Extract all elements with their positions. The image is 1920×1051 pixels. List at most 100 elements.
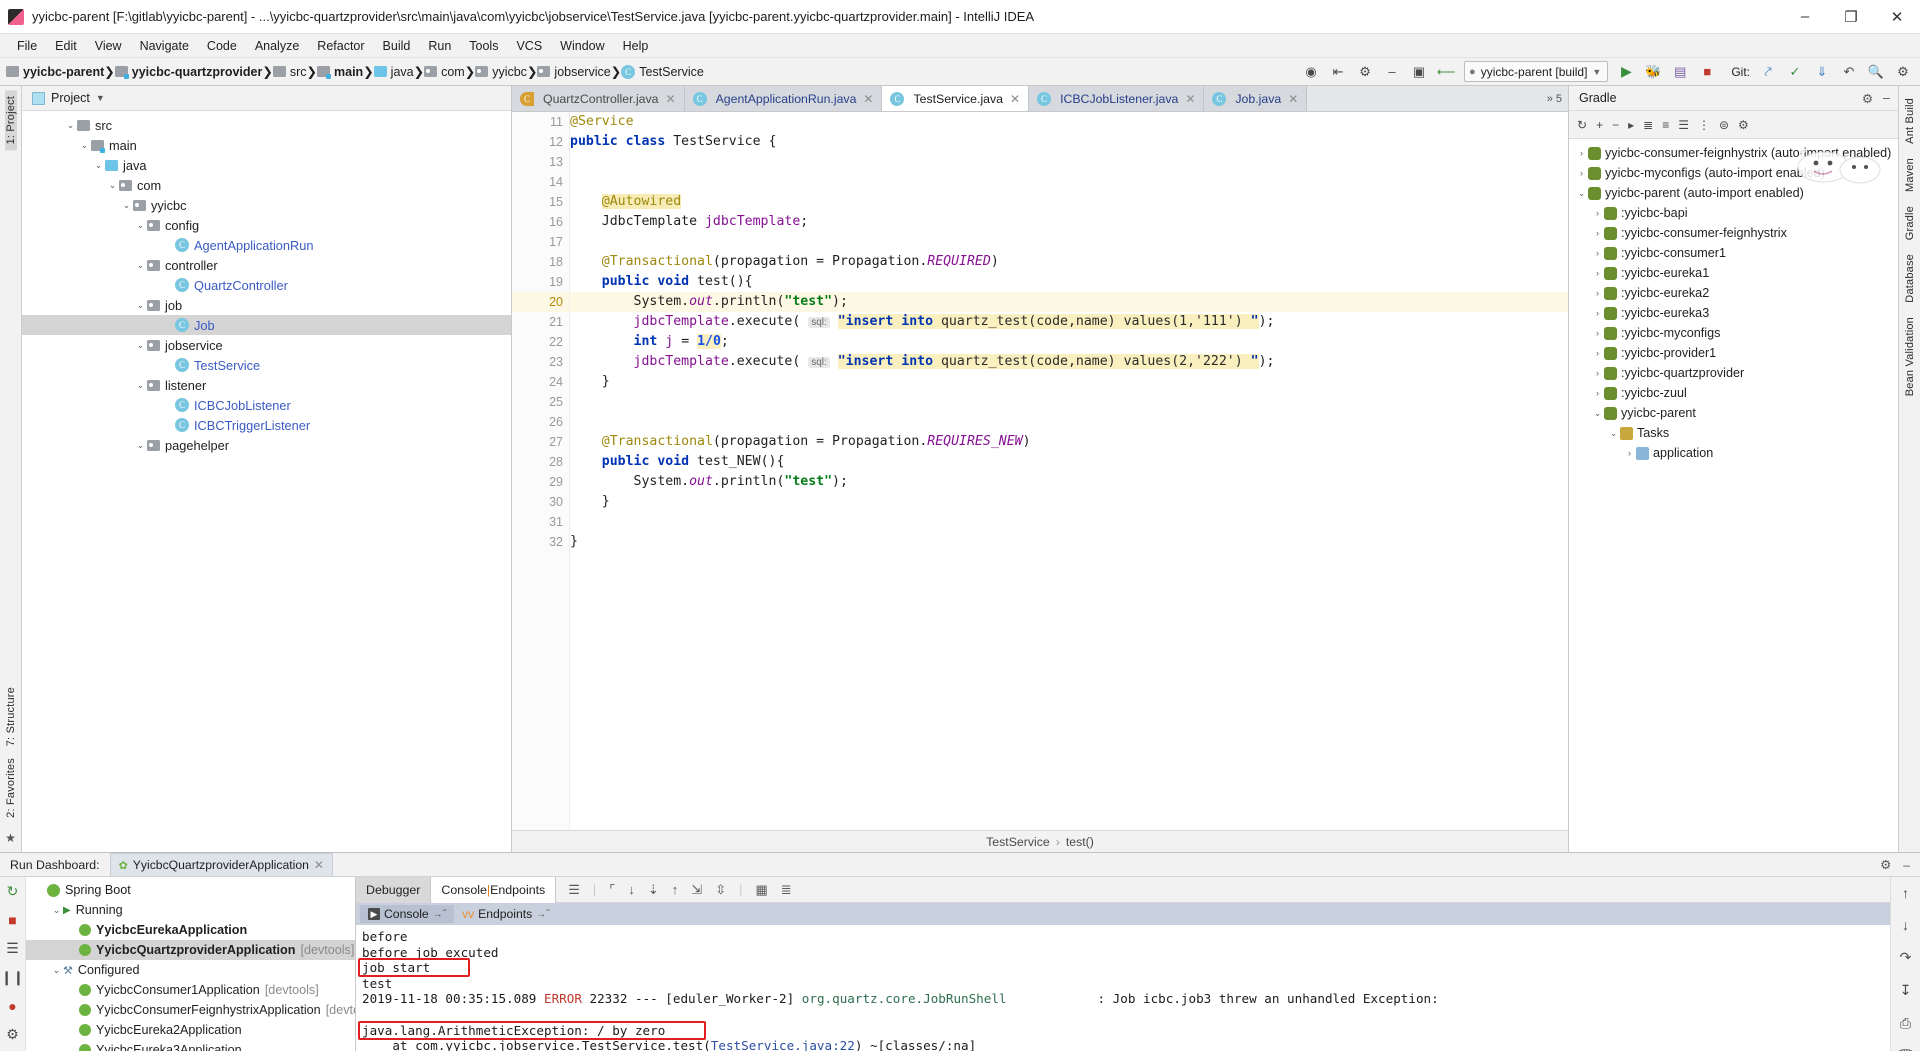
chevron-down-icon[interactable]: ⌄ xyxy=(64,120,77,131)
pause-icon[interactable]: ❙❙ xyxy=(1,969,24,986)
menu-item-tools[interactable]: Tools xyxy=(460,37,507,55)
close-icon[interactable]: ✕ xyxy=(863,92,873,106)
gradle-item--yyicbc-zuul[interactable]: ›:yyicbc-zuul xyxy=(1569,383,1898,403)
chevron-right-icon[interactable]: › xyxy=(1591,248,1604,258)
gradle-item--yyicbc-myconfigs[interactable]: ›:yyicbc-myconfigs xyxy=(1569,323,1898,343)
run-item-yyicbceurekaapplication[interactable]: YyicbcEurekaApplication xyxy=(26,920,355,940)
tool-window-bean-validation[interactable]: Bean Validation xyxy=(1904,311,1916,402)
tree-item-listener[interactable]: ⌄ listener xyxy=(22,375,511,395)
breadcrumb-item-jobservice[interactable]: jobservice xyxy=(537,65,611,79)
tab-overflow[interactable]: » 5 xyxy=(1541,86,1568,111)
run-to-cursor-icon[interactable]: ⇳ xyxy=(715,882,726,898)
expand-all-icon[interactable]: ≣ xyxy=(1643,118,1653,132)
tree-item-icbctriggerlistener[interactable]: C ICBCTriggerListener xyxy=(22,415,511,435)
run-item-yyicbceureka2application[interactable]: YyicbcEureka2Application xyxy=(26,1020,355,1040)
tool-window-structure[interactable]: 7: Structure xyxy=(5,681,17,752)
chevron-right-icon[interactable]: › xyxy=(1575,148,1588,158)
code-editor[interactable]: 11 12 13 14 15 16 17 18 19 20 21 22 23 24 25 26 27 28 29 30… xyxy=(512,112,1568,830)
scroll-down-icon[interactable]: ↓ xyxy=(1902,917,1909,933)
run-item-running[interactable]: ⌄ ▶ Running xyxy=(26,900,355,920)
chevron-right-icon[interactable]: › xyxy=(1591,328,1604,338)
chevron-right-icon[interactable]: › xyxy=(1591,208,1604,218)
editor-tab-icbcjoblistener[interactable]: C ICBCJobListener.java ✕ xyxy=(1029,86,1205,111)
gradle-item--yyicbc-eureka1[interactable]: ›:yyicbc-eureka1 xyxy=(1569,263,1898,283)
search-everywhere-icon[interactable]: ◉ xyxy=(1302,63,1320,81)
check-icon[interactable]: ✓ xyxy=(1786,63,1804,81)
tree-item-pagehelper[interactable]: ⌄ pagehelper xyxy=(22,435,511,455)
drop-frame-icon[interactable]: ⇲ xyxy=(691,882,702,898)
evaluate-icon[interactable]: ▦ xyxy=(755,882,767,898)
run-dashboard-tab[interactable]: ✿ YyicbcQuartzproviderApplication ✕ xyxy=(109,853,334,876)
step-over-icon[interactable]: ⌜ xyxy=(609,882,615,898)
gradle-settings-icon[interactable]: ⚙ xyxy=(1738,118,1749,132)
gradle-tree[interactable]: › yyicbc-consumer-feignhystrix (auto-impo… xyxy=(1569,139,1898,852)
code-text[interactable]: @Service public class TestService { @Auto… xyxy=(570,112,1568,830)
close-icon[interactable]: ✕ xyxy=(666,92,676,106)
gradle-item--yyicbc-bapi[interactable]: ›:yyicbc-bapi xyxy=(1569,203,1898,223)
close-icon[interactable]: ✕ xyxy=(314,858,324,872)
hammer-icon[interactable]: ⟵ xyxy=(1437,63,1456,81)
editor-tab-agentapplicationrun[interactable]: C AgentApplicationRun.java ✕ xyxy=(684,86,883,111)
menu-item-view[interactable]: View xyxy=(86,37,131,55)
editor-tab-quartzcontroller[interactable]: C QuartzController.java ✕ xyxy=(512,86,685,111)
chevron-down-icon[interactable]: ⌄ xyxy=(134,440,147,451)
undo-icon[interactable]: ↶ xyxy=(1840,63,1858,81)
coverage-icon[interactable]: ▤ xyxy=(1671,63,1689,81)
chevron-down-icon[interactable]: ⌄ xyxy=(134,260,147,271)
run-icon[interactable]: ▶ xyxy=(1617,63,1635,81)
stop-icon[interactable]: ■ xyxy=(8,912,16,928)
chevron-right-icon[interactable]: › xyxy=(1591,368,1604,378)
menu-item-window[interactable]: Window xyxy=(551,37,613,55)
run-dashboard-tree[interactable]: Spring Boot ⌄ ▶ Running YyicbcEurekaApplicat… xyxy=(26,877,356,1051)
gradle-item--yyicbc-eureka2[interactable]: ›:yyicbc-eureka2 xyxy=(1569,283,1898,303)
tool-window-database[interactable]: Database xyxy=(1904,248,1916,309)
sub-tab-endpoints[interactable]: ᴠᴠ Endpoints →˝ xyxy=(454,905,558,923)
gradle-item-application[interactable]: › application xyxy=(1569,443,1898,463)
detach-icon[interactable]: →˝ xyxy=(536,909,549,920)
chevron-down-icon[interactable]: ⌄ xyxy=(106,180,119,191)
run-item-configured[interactable]: ⌄ ⚒ Configured xyxy=(26,960,355,980)
close-button[interactable]: ✕ xyxy=(1874,0,1920,34)
menu-item-help[interactable]: Help xyxy=(614,37,658,55)
chevron-right-icon[interactable]: › xyxy=(1575,168,1588,178)
tool-window-favorites[interactable]: 2: Favorites xyxy=(5,752,17,824)
chevron-down-icon[interactable]: ⌄ xyxy=(1607,428,1620,439)
chevron-down-icon[interactable]: ▼ xyxy=(96,93,105,103)
chevron-down-icon[interactable]: ⌄ xyxy=(1591,408,1604,419)
project-tree[interactable]: ⌄ src ⌄ main ⌄ java ⌄ com ⌄ yyicbc ⌄ config C AgentAp… xyxy=(22,111,511,852)
close-icon[interactable]: ✕ xyxy=(1010,92,1020,106)
gradle-item--yyicbc-consumer-feignhystrix[interactable]: ›:yyicbc-consumer-feignhystrix xyxy=(1569,223,1898,243)
step-out-icon[interactable]: ↑ xyxy=(672,882,679,897)
menu-item-refactor[interactable]: Refactor xyxy=(308,37,373,55)
gradle-item--yyicbc-quartzprovider[interactable]: ›:yyicbc-quartzprovider xyxy=(1569,363,1898,383)
settings-icon[interactable]: ≣ xyxy=(781,882,792,898)
console-output[interactable]: before before job excuted job start test 201… xyxy=(356,925,1890,1051)
run-item-yyicbcconsumer1application[interactable]: YyicbcConsumer1Application [devtools] xyxy=(26,980,355,1000)
run-configuration-selector[interactable]: ● yyicbc-parent [build] ▼ xyxy=(1464,61,1609,82)
step-into-icon[interactable]: ↓ xyxy=(628,882,635,897)
tree-item-controller[interactable]: ⌄ controller xyxy=(22,255,511,275)
run-item-spring-boot[interactable]: Spring Boot xyxy=(26,880,355,900)
tree-item-yyicbc[interactable]: ⌄ yyicbc xyxy=(22,195,511,215)
scroll-to-end-icon[interactable]: ↧ xyxy=(1900,982,1912,999)
chevron-down-icon[interactable]: ⌄ xyxy=(92,160,105,171)
close-icon[interactable]: ✕ xyxy=(1185,92,1195,106)
chevron-right-icon[interactable]: › xyxy=(1591,348,1604,358)
record-icon[interactable]: ● xyxy=(8,998,16,1014)
menu-item-analyze[interactable]: Analyze xyxy=(246,37,308,55)
maximize-button[interactable]: ❐ xyxy=(1828,0,1874,34)
tree-item-config[interactable]: ⌄ config xyxy=(22,215,511,235)
settings-icon[interactable]: ⚙ xyxy=(6,1026,19,1043)
tool-window-maven[interactable]: Maven xyxy=(1904,152,1916,198)
gradle-item--yyicbc-eureka3[interactable]: ›:yyicbc-eureka3 xyxy=(1569,303,1898,323)
tree-item-job[interactable]: ⌄ job xyxy=(22,295,511,315)
refresh-icon[interactable]: ↻ xyxy=(1577,118,1587,132)
breadcrumb-class[interactable]: TestService xyxy=(986,835,1050,849)
chevron-down-icon[interactable]: ⌄ xyxy=(134,340,147,351)
menu-item-code[interactable]: Code xyxy=(198,37,246,55)
run-item-yyicbcconsumerfeignhystrixapplication[interactable]: YyicbcConsumerFeignhystrixApplication [de… xyxy=(26,1000,355,1020)
plus-icon[interactable]: + xyxy=(1596,118,1603,132)
breadcrumb-item-yyicbc-quartzprovider[interactable]: yyicbc-quartzprovider xyxy=(114,65,262,79)
force-step-into-icon[interactable]: ⇣ xyxy=(648,882,659,898)
run-item-yyicbcquartzproviderapplication[interactable]: YyicbcQuartzproviderApplication [devtools… xyxy=(26,940,355,960)
